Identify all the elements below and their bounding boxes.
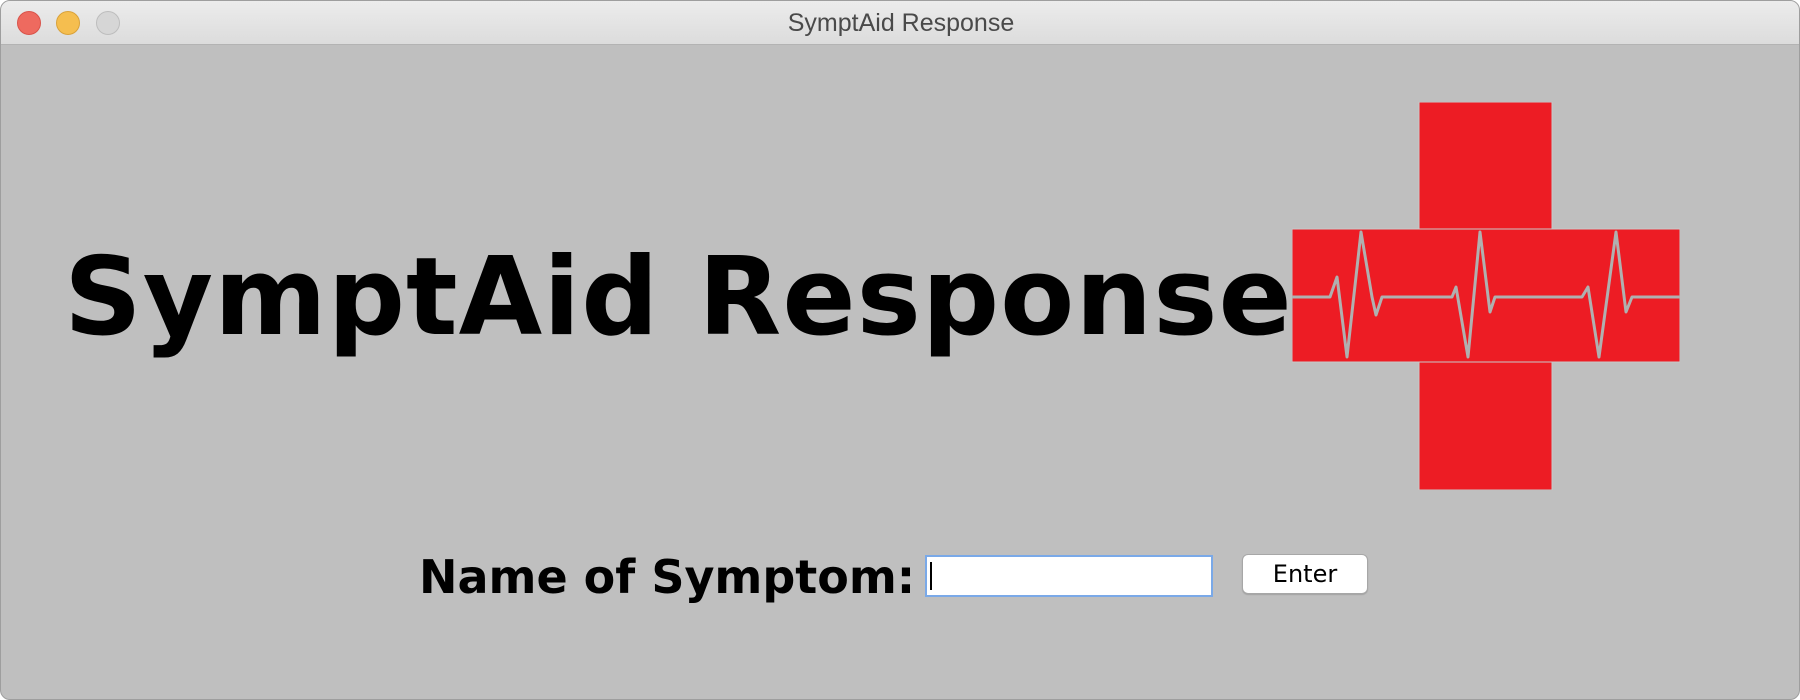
title-bar[interactable]: SymptAid Response [1,1,1799,45]
enter-button[interactable]: Enter [1242,554,1368,594]
page-title: SymptAid Response [64,235,1293,360]
text-cursor [930,562,932,590]
symptom-name-label: Name of Symptom: [419,550,916,604]
app-window: SymptAid Response SymptAid Response Name… [0,0,1800,700]
window-title: SymptAid Response [787,9,1015,37]
medical-cross-heartbeat-icon [1292,102,1680,490]
symptom-name-input[interactable] [925,555,1213,597]
